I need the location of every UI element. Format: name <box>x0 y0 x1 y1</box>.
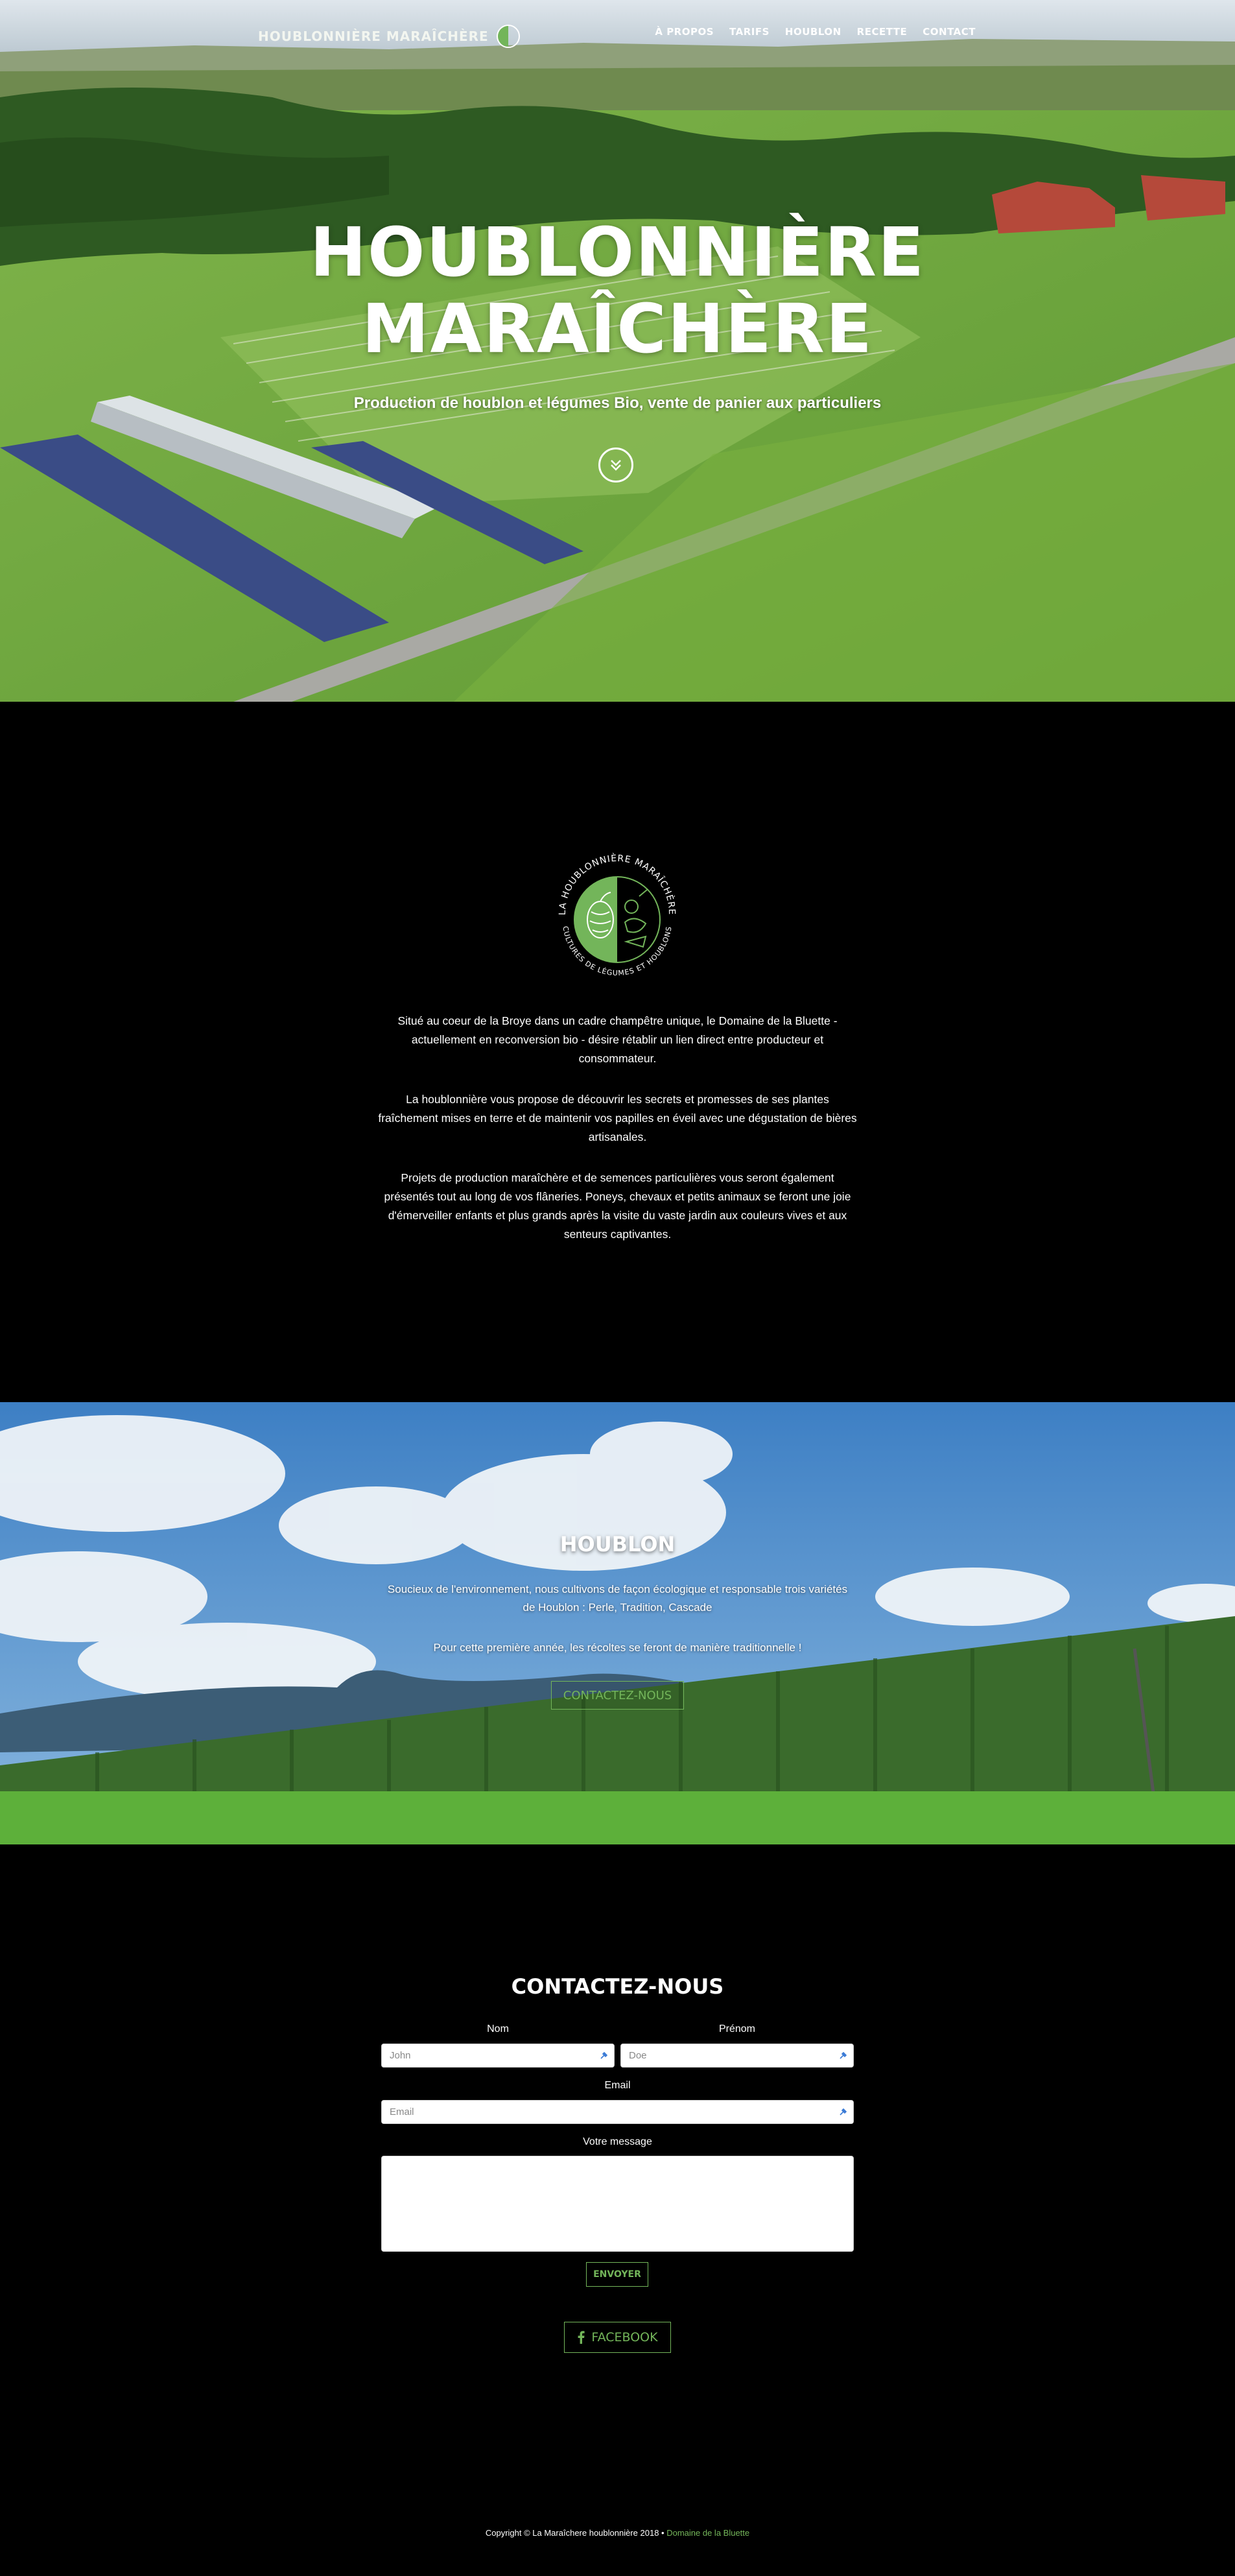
message-field[interactable] <box>381 2156 854 2252</box>
about-section: LA HOUBLONNIÈRE MARAÎCHÈRE CULTURES DE L… <box>0 702 1235 1402</box>
about-paragraph-3: Projets de production maraîchère et de s… <box>384 1171 851 1241</box>
menu-item-houblon[interactable]: HOUBLON <box>785 26 841 38</box>
nom-field[interactable] <box>381 2044 615 2068</box>
prenom-field[interactable] <box>620 2044 854 2068</box>
facebook-label: FACEBOOK <box>591 2330 658 2344</box>
menu-item-recette[interactable]: RECETTE <box>857 26 908 38</box>
nom-label: Nom <box>487 2023 509 2034</box>
hero-subtitle: Production de houblon et légumes Bio, ve… <box>353 394 882 412</box>
menu-item-tarifs[interactable]: TARIFS <box>729 26 770 38</box>
email-input[interactable] <box>382 2101 853 2123</box>
facebook-icon <box>578 2331 585 2344</box>
menu-item-contact[interactable]: CONTACT <box>923 26 976 38</box>
brand-title[interactable]: HOUBLONNIÈRE MARAÎCHÈRE <box>258 29 489 44</box>
menu-item-a-propos[interactable]: À PROPOS <box>655 26 714 38</box>
houblon-section: HOUBLON Soucieux de l'environnement, nou… <box>0 1402 1235 1844</box>
contact-us-button[interactable]: CONTACTEZ-NOUS <box>551 1681 684 1710</box>
chevron-double-down-icon <box>611 460 621 471</box>
contact-title: CONTACTEZ-NOUS <box>511 1974 724 1999</box>
footer: Copyright © La Maraîchere houblonnière 2… <box>0 2528 1235 2538</box>
email-field[interactable] <box>381 2100 854 2124</box>
about-text: Situé au coeur de la Broye dans un cadre… <box>376 1012 859 1266</box>
houblonniere-logo: LA HOUBLONNIÈRE MARAÎCHÈRE CULTURES DE L… <box>558 853 676 977</box>
hero-title-line-2: MARAÎCHÈRE <box>362 289 873 368</box>
prenom-label: Prénom <box>718 2023 756 2034</box>
nom-input[interactable] <box>382 2044 614 2067</box>
autofill-key-icon[interactable] <box>839 2107 848 2116</box>
houblon-text: Soucieux de l'environnement, nous cultiv… <box>382 1580 853 1679</box>
brand[interactable]: HOUBLONNIÈRE MARAÎCHÈRE <box>258 23 521 49</box>
top-navbar: HOUBLONNIÈRE MARAÎCHÈRE À PROPOS TARIFS … <box>0 0 1235 65</box>
message-textarea[interactable] <box>382 2156 853 2251</box>
about-paragraph-2: La houblonnière vous propose de découvri… <box>378 1093 857 1143</box>
autofill-key-icon[interactable] <box>839 2051 848 2060</box>
about-paragraph-1: Situé au coeur de la Broye dans un cadre… <box>397 1014 838 1065</box>
email-label: Email <box>604 2080 631 2091</box>
domaine-link[interactable]: Domaine de la Bluette <box>666 2528 749 2538</box>
hop-logo-icon[interactable] <box>495 23 521 49</box>
houblon-title: HOUBLON <box>559 1532 676 1556</box>
autofill-key-icon[interactable] <box>600 2051 609 2060</box>
main-menu: À PROPOS TARIFS HOUBLON RECETTE CONTACT <box>655 26 976 38</box>
hero-title-line-1: HOUBLONNIÈRE <box>309 213 926 292</box>
houblon-paragraph-1: Soucieux de l'environnement, nous cultiv… <box>387 1583 848 1614</box>
hero-title: HOUBLONNIÈRE MARAÎCHÈRE <box>0 214 1235 367</box>
houblon-paragraph-2: Pour cette première année, les récoltes … <box>433 1641 802 1654</box>
prenom-input[interactable] <box>621 2044 853 2067</box>
copyright-text: Copyright © La Maraîchere houblonnière 2… <box>485 2528 665 2538</box>
scroll-down-button[interactable] <box>598 447 633 483</box>
facebook-button[interactable]: FACEBOOK <box>564 2322 671 2353</box>
message-label: Votre message <box>583 2136 652 2147</box>
send-button[interactable]: ENVOYER <box>586 2262 648 2287</box>
